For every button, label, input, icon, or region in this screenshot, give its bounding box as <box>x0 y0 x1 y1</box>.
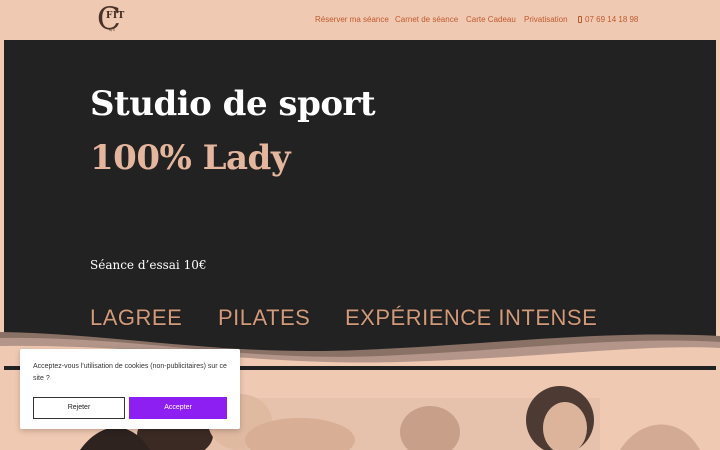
cookie-message: Acceptez-vous l'utilisation de cookies (… <box>33 363 227 382</box>
phone-icon <box>578 16 582 23</box>
brand-logo[interactable]: C FIT by C <box>95 2 129 37</box>
reject-cookies-button[interactable]: Rejeter <box>33 397 125 419</box>
logo-subtext: by C <box>109 28 116 32</box>
nav-reserver[interactable]: Réserver ma séance <box>315 15 389 24</box>
cookie-consent-banner: Acceptez-vous l'utilisation de cookies (… <box>20 349 240 429</box>
nav-privatisation[interactable]: Privatisation <box>524 15 568 24</box>
nav-phone[interactable]: 07 69 14 18 98 <box>578 15 638 24</box>
hero-section: Studio de sport 100% Lady Séance d’essai… <box>4 40 716 370</box>
trial-offer: Séance d’essai 10€ <box>90 258 207 272</box>
site-header: C FIT by C Réserver ma séance Carnet de … <box>0 0 720 40</box>
phone-number: 07 69 14 18 98 <box>585 15 639 24</box>
accept-cookies-button[interactable]: Accepter <box>129 397 227 419</box>
nav-carte-cadeau[interactable]: Carte Cadeau <box>466 15 516 24</box>
hero-subtitle: 100% Lady <box>90 138 291 178</box>
hero-title: Studio de sport <box>90 84 376 124</box>
logo-text: FIT <box>106 11 125 21</box>
nav-carnet[interactable]: Carnet de séance <box>395 15 458 24</box>
